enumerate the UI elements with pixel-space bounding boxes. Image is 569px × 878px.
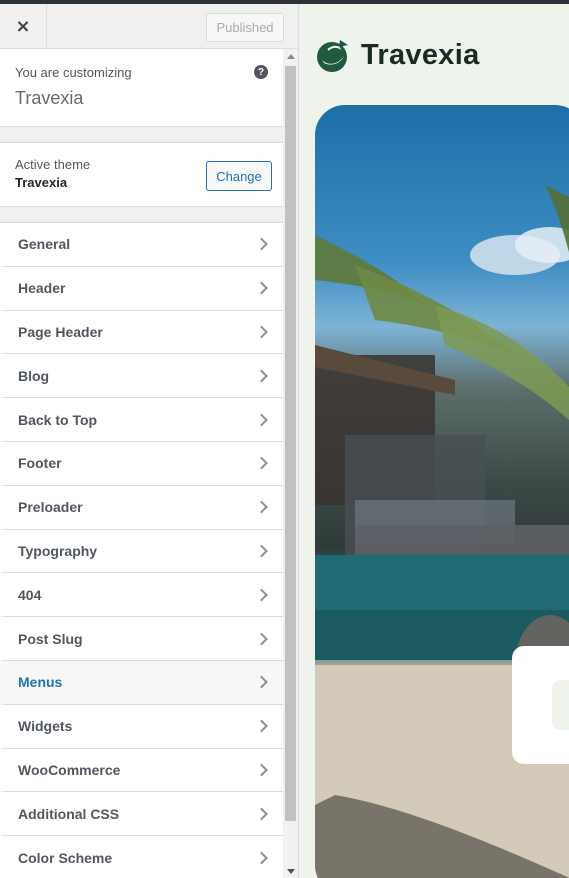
section-label: Color Scheme	[18, 849, 113, 866]
section-page-header[interactable]: Page Header	[0, 310, 283, 355]
chevron-right-icon	[255, 675, 268, 689]
site-logo[interactable]: Travexia	[314, 36, 480, 74]
section-label: Menus	[18, 674, 63, 691]
chevron-right-icon	[255, 807, 268, 821]
section-label: WooCommerce	[18, 761, 121, 778]
section-label: Additional CSS	[18, 805, 120, 822]
chevron-right-icon	[255, 544, 268, 558]
chevron-right-icon	[255, 632, 268, 645]
section-footer[interactable]: Footer	[0, 441, 283, 486]
chevron-right-icon	[255, 851, 268, 864]
section-label: Back to Top	[18, 411, 98, 428]
chevron-right-icon	[255, 763, 268, 777]
section-preloader[interactable]: Preloader	[0, 485, 283, 530]
close-customizer-button[interactable]: ×	[0, 4, 47, 49]
travel-globe-logo-icon	[317, 40, 348, 72]
customizer-sections: General Header Page Header Blog Back to …	[0, 222, 283, 878]
section-header[interactable]: Header	[0, 266, 283, 311]
section-label: Preloader	[18, 499, 83, 516]
section-divider	[0, 207, 283, 222]
section-label: Typography	[18, 542, 98, 559]
chevron-right-icon	[255, 369, 268, 383]
section-label: Footer	[18, 455, 62, 472]
section-label: Post Slug	[18, 630, 83, 647]
booking-card[interactable]	[512, 646, 569, 764]
section-typography[interactable]: Typography	[0, 529, 283, 574]
section-label: Header	[18, 280, 66, 297]
section-label: Widgets	[18, 718, 73, 735]
section-menus[interactable]: Menus	[0, 660, 283, 705]
chevron-right-icon	[255, 500, 268, 514]
customizer-header: × Published	[0, 4, 298, 49]
section-label: Blog	[18, 367, 50, 384]
customizer-sidebar: × Published You are customizing Travexia…	[0, 4, 299, 878]
section-blog[interactable]: Blog	[0, 354, 283, 399]
booking-card-field[interactable]	[552, 680, 569, 730]
section-widgets[interactable]: Widgets	[0, 704, 283, 749]
section-404[interactable]: 404	[0, 573, 283, 618]
section-general[interactable]: General	[0, 223, 283, 267]
site-logo-text: Travexia	[361, 38, 480, 71]
section-divider	[0, 127, 283, 142]
chevron-right-icon	[255, 281, 268, 295]
chevron-right-icon	[255, 588, 268, 602]
help-icon[interactable]: ?	[254, 65, 268, 79]
close-icon: ×	[15, 15, 31, 37]
section-label: Page Header	[18, 323, 103, 340]
chevron-right-icon	[255, 325, 268, 339]
site-preview: Travexia	[300, 4, 569, 878]
site-title: Travexia	[15, 88, 84, 108]
section-color-scheme[interactable]: Color Scheme	[0, 836, 283, 878]
scroll-down-arrow-icon[interactable]	[287, 869, 295, 874]
section-label: General	[18, 236, 71, 253]
sidebar-scrollbar[interactable]	[283, 49, 298, 878]
chevron-right-icon	[255, 238, 268, 251]
chevron-right-icon	[255, 457, 268, 470]
section-woocommerce[interactable]: WooCommerce	[0, 748, 283, 793]
change-theme-button[interactable]: Change	[206, 161, 272, 191]
section-additional-css[interactable]: Additional CSS	[0, 792, 283, 837]
chevron-right-icon	[255, 413, 268, 426]
active-theme-panel: Active theme Travexia Change	[0, 142, 283, 207]
scroll-up-arrow-icon[interactable]	[287, 54, 295, 59]
customizer-panel: You are customizing Travexia ? Active th…	[0, 49, 283, 878]
customizing-label: You are customizing	[15, 65, 132, 80]
section-back-to-top[interactable]: Back to Top	[0, 398, 283, 442]
chevron-right-icon	[255, 719, 268, 733]
customizing-info: You are customizing Travexia ?	[0, 49, 283, 127]
section-label: 404	[18, 586, 42, 603]
section-post-slug[interactable]: Post Slug	[0, 617, 283, 661]
scrollbar-thumb[interactable]	[285, 66, 296, 821]
published-button[interactable]: Published	[206, 13, 284, 42]
